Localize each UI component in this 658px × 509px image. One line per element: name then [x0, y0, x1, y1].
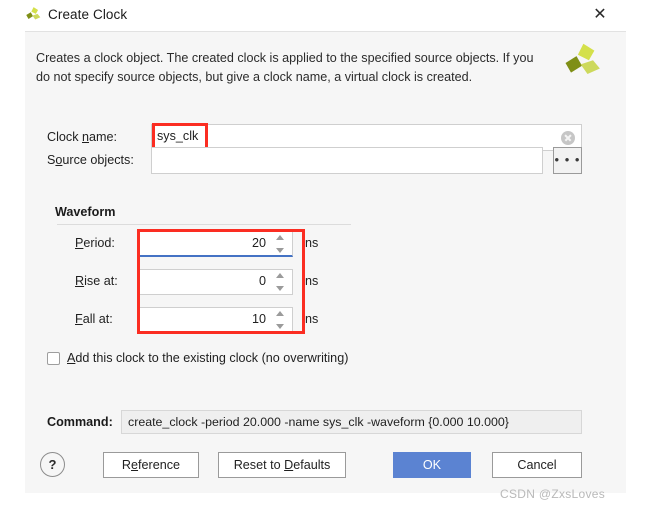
fall-at-value: 10: [251, 312, 266, 326]
dialog-body: Clock name: sys_clk Source objects: • • …: [25, 88, 626, 440]
clock-name-value: sys_clk: [157, 129, 199, 143]
reset-to-defaults-button[interactable]: Reset to Defaults: [218, 452, 346, 478]
vivado-logo-icon: [26, 7, 41, 20]
command-value: create_clock -period 20.000 -name sys_cl…: [128, 415, 509, 429]
rise-at-unit: ns: [305, 274, 319, 288]
rise-at-value: 0: [258, 274, 266, 288]
period-value: 20: [251, 236, 266, 250]
fall-at-spinner-arrows[interactable]: [274, 310, 287, 331]
rise-at-spinner-arrows[interactable]: [274, 272, 287, 293]
waveform-group-title: Waveform: [55, 205, 116, 219]
add-clock-checkbox[interactable]: [47, 352, 60, 365]
fall-at-stepper[interactable]: 10: [138, 307, 293, 333]
chevron-up-icon[interactable]: [276, 235, 284, 240]
watermark: CSDN @ZxsLoves: [500, 487, 606, 501]
description-text: Creates a clock object. The created cloc…: [36, 51, 534, 84]
rise-at-label: Rise at:: [75, 274, 118, 288]
chevron-up-icon[interactable]: [276, 311, 284, 316]
ok-button[interactable]: OK: [393, 452, 471, 478]
help-button[interactable]: ?: [40, 452, 65, 477]
rise-at-stepper[interactable]: 0: [138, 269, 293, 295]
ellipsis-icon: • • •: [554, 152, 581, 167]
chevron-up-icon[interactable]: [276, 273, 284, 278]
reference-button[interactable]: Reference: [103, 452, 199, 478]
chevron-down-icon[interactable]: [276, 324, 284, 329]
browse-source-objects-button[interactable]: • • •: [553, 147, 582, 174]
page-title: Create Clock: [48, 7, 128, 22]
title-bar: Create Clock ✕: [0, 0, 658, 31]
chevron-down-icon[interactable]: [276, 286, 284, 291]
vivado-logo-icon-large: [565, 43, 600, 74]
cancel-button[interactable]: Cancel: [492, 452, 582, 478]
period-spinner-arrows[interactable]: [274, 234, 287, 255]
command-label: Command:: [47, 415, 113, 429]
add-clock-label: Add this clock to the existing clock (no…: [67, 351, 349, 365]
source-objects-label: Source objects:: [47, 153, 134, 167]
waveform-group-divider: [57, 224, 351, 225]
clock-name-label: Clock name:: [47, 130, 118, 144]
chevron-down-icon[interactable]: [276, 248, 284, 253]
period-label: Period:: [75, 236, 115, 250]
fall-at-unit: ns: [305, 312, 319, 326]
command-field: create_clock -period 20.000 -name sys_cl…: [121, 410, 582, 434]
period-stepper[interactable]: 20: [138, 231, 293, 257]
fall-at-label: Fall at:: [75, 312, 113, 326]
clear-circle-icon[interactable]: [561, 131, 575, 145]
period-unit: ns: [305, 236, 319, 250]
close-icon[interactable]: ✕: [590, 5, 610, 25]
create-clock-dialog: Create Clock ✕ Creates a clock object. T…: [0, 0, 658, 509]
description-banner: Creates a clock object. The created cloc…: [25, 31, 626, 88]
dialog-footer: ? Reference Reset to Defaults OK Cancel: [25, 440, 626, 493]
source-objects-input[interactable]: [151, 147, 543, 174]
